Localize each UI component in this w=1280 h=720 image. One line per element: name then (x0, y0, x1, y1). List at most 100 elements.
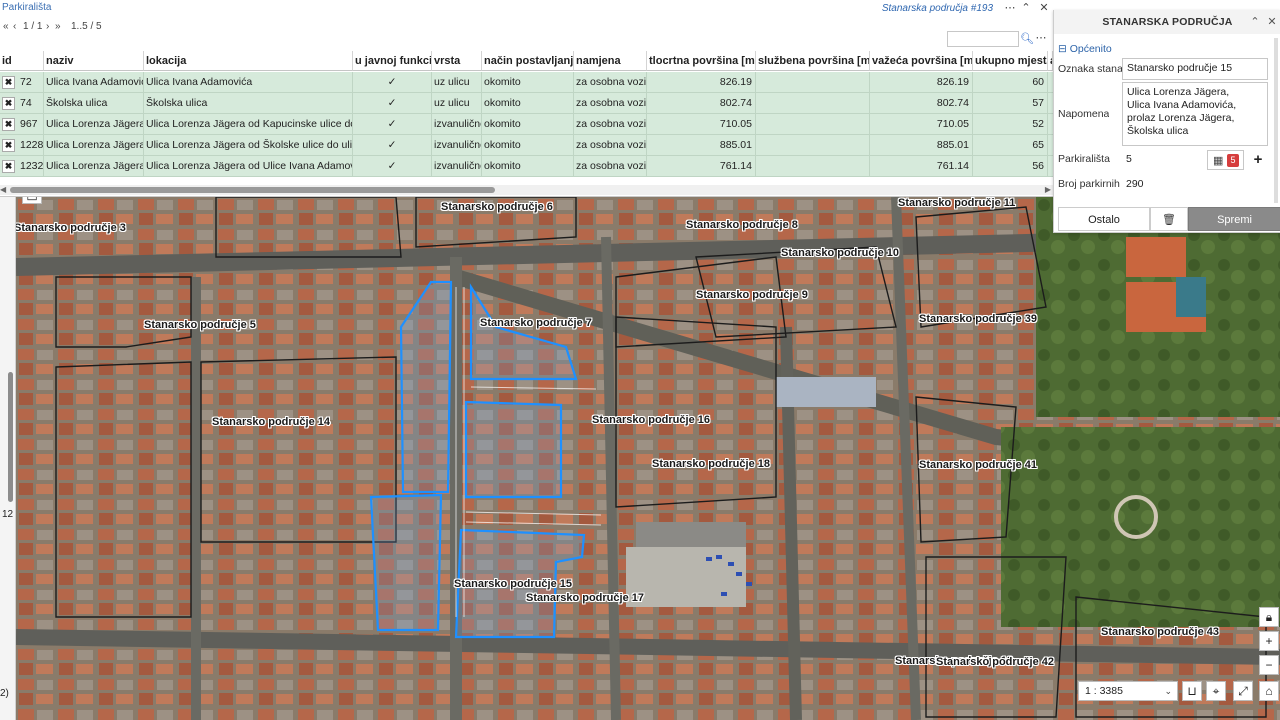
scale-select[interactable]: 1 : 3385 ⌄ (1078, 681, 1178, 701)
scale-value: 1 : 3385 (1085, 685, 1123, 697)
map-label-3[interactable]: Stanarsko područje 3 (16, 222, 126, 234)
col-header-mjesta[interactable]: ukupno mjesta (973, 51, 1048, 71)
table-icon: ▦ (1213, 155, 1224, 167)
cell-mjesta: 57 (973, 93, 1048, 113)
panel-scrollbar[interactable] (1274, 38, 1278, 203)
section-opcenito[interactable]: ⊟ Općenito (1058, 43, 1112, 55)
map-label-18[interactable]: Stanarsko područje 18 (652, 458, 770, 470)
cell-namjena: za osobna vozila (574, 114, 647, 134)
broj-value: 290 (1126, 178, 1144, 190)
col-header-javna[interactable]: u javnoj funkciji (353, 51, 432, 71)
cell-lokacija: Ulica Lorenza Jägera od Kapucinske ulice… (144, 114, 353, 134)
map-label-16[interactable]: Stanarsko područje 16 (592, 414, 710, 426)
cell-lokacija: Školska ulica (144, 93, 353, 113)
map-label-14[interactable]: Stanarsko područje 14 (212, 416, 330, 428)
delete-row-icon[interactable]: ✖ (2, 118, 15, 131)
cell-lokacija: Ulica Lorenza Jägera od Školske ulice do… (144, 135, 353, 155)
cell-mjesta: 60 (973, 72, 1048, 92)
ostalo-button[interactable]: Ostalo (1058, 207, 1150, 231)
map-label-8[interactable]: Stanarsko područje 8 (686, 219, 798, 231)
trash-icon[interactable]: 🗑︎ (1150, 207, 1188, 231)
col-header-vrsta[interactable]: vrsta (432, 51, 482, 71)
napomena-field[interactable]: Ulica Lorenza Jägera, Ulica Ivana Adamov… (1122, 82, 1268, 146)
col-header-tlocrtna[interactable]: tlocrtna površina [m... (647, 51, 756, 71)
first-page-button[interactable]: « (3, 21, 9, 32)
map-label-10[interactable]: Stanarsko područje 10 (781, 247, 899, 259)
cell-vazeca: 761.14 (870, 156, 973, 176)
horizontal-scrollbar[interactable]: ◀ ▶ (0, 185, 1053, 195)
table-row[interactable]: ✖ 1232 Ulica Lorenza Jägera 2 Ulica Lore… (0, 156, 1053, 177)
col-header-vazeca[interactable]: važeća površina [m²] (870, 51, 973, 71)
map-label-6[interactable]: Stanarsko područje 6 (441, 201, 553, 213)
oznaka-field[interactable]: Stanarsko područje 15 (1122, 58, 1268, 80)
cell-nacin: okomito (482, 93, 574, 113)
save-button[interactable]: Spremi (1188, 207, 1280, 231)
map-label-5[interactable]: Stanarsko područje 5 (144, 319, 256, 331)
map-label-39[interactable]: Stanarsko područje 39 (919, 313, 1037, 325)
table-row[interactable]: ✖ 72 Ulica Ivana Adamovića Ulica Ivana A… (0, 72, 1053, 93)
napomena-line: Školska ulica (1127, 125, 1189, 137)
col-header-nacin[interactable]: način postavljanja (482, 51, 574, 71)
scroll-right-icon[interactable]: ▶ (1045, 185, 1051, 194)
cell-tlocrtna: 802.74 (647, 93, 756, 113)
more-options-icon[interactable]: ⋯ (1003, 1, 1017, 15)
panel-subtitle[interactable]: Stanarska područja #193 (882, 3, 993, 14)
record-range: 1..5 / 5 (71, 21, 102, 32)
cell-lokacija: Ulica Lorenza Jägera od Ulice Ivana Adam… (144, 156, 353, 176)
map-label-42[interactable]: Stanarsko područje 42 (936, 656, 1054, 668)
scrollbar-thumb[interactable] (8, 372, 13, 502)
map-label-9[interactable]: Stanarsko područje 9 (696, 289, 808, 301)
open-parkiralista-table-button[interactable]: ▦ 5 (1207, 150, 1244, 170)
delete-row-icon[interactable]: ✖ (2, 160, 15, 173)
cell-sluzbena (756, 72, 870, 92)
delete-row-icon[interactable]: ✖ (2, 139, 15, 152)
col-header-naziv[interactable]: naziv (44, 51, 144, 71)
fullscreen-icon[interactable]: ⤢ (1233, 681, 1253, 701)
table-row[interactable]: ✖ 967 Ulica Lorenza Jägera 1 Ulica Loren… (0, 114, 1053, 135)
zoom-out-button[interactable]: − (1259, 655, 1279, 675)
delete-row-icon[interactable]: ✖ (2, 76, 15, 89)
col-header-lokacija[interactable]: lokacija (144, 51, 353, 71)
lock-icon[interactable]: 🔒︎ (1259, 607, 1279, 627)
delete-row-icon[interactable]: ✖ (2, 97, 15, 110)
collapse-icon[interactable]: ⌃ (1249, 15, 1261, 29)
col-header-namjena[interactable]: namjena (574, 51, 647, 71)
prev-page-button[interactable]: ‹ (13, 21, 16, 32)
cell-naziv: Ulica Lorenza Jägera 3 (44, 135, 144, 155)
napomena-line: Ulica Ivana Adamovića, (1127, 99, 1237, 111)
home-icon[interactable]: ⌂ (1259, 681, 1279, 701)
col-header-id[interactable]: id (0, 51, 44, 71)
collapse-icon[interactable]: ⌃ (1019, 1, 1033, 15)
map-label-11[interactable]: Stanarsko područje 11 (898, 197, 1015, 209)
map-label-41[interactable]: Stanarsko područje 41 (919, 459, 1037, 471)
close-icon[interactable]: ✕ (1266, 15, 1278, 29)
close-icon[interactable]: ✕ (1037, 1, 1051, 15)
left-sidebar-strip: 12 (0, 197, 16, 720)
cell-naziv: Ulica Ivana Adamovića (44, 72, 144, 92)
scroll-left-icon[interactable]: ◀ (0, 185, 6, 194)
cell-naziv: Ulica Lorenza Jägera 1 (44, 114, 144, 134)
table-row[interactable]: ✖ 1228 Ulica Lorenza Jägera 3 Ulica Lore… (0, 135, 1053, 156)
cell-tlocrtna: 826.19 (647, 72, 756, 92)
locate-icon[interactable]: ⌖ (1206, 681, 1226, 701)
map-label-43[interactable]: Stanarsko područje 43 (1101, 626, 1219, 638)
map-view[interactable]: Stanarsko područje 3 Stanarsko područje … (16, 197, 1280, 720)
search-input[interactable] (947, 31, 1019, 47)
scrollbar-thumb[interactable] (10, 187, 495, 193)
more-icon[interactable]: ⋯ (1034, 31, 1048, 47)
map-label-17[interactable]: Stanarsko područje 17 (526, 592, 644, 604)
add-parkiraliste-button[interactable]: + (1247, 150, 1269, 170)
map-label-15[interactable]: Stanarsko područje 15 (454, 578, 572, 590)
search-icon[interactable]: 🔍︎ (1020, 31, 1034, 47)
map-label-7[interactable]: Stanarsko područje 7 (480, 317, 592, 329)
cell-nacin: okomito (482, 72, 574, 92)
table-row[interactable]: ✖ 74 Školska ulica Školska ulica ✓ uz ul… (0, 93, 1053, 114)
last-page-button[interactable]: » (55, 21, 61, 32)
cell-vrsta: uz ulicu (432, 93, 482, 113)
unlock-icon[interactable]: ⊔ (1182, 681, 1202, 701)
next-page-button[interactable]: › (46, 21, 49, 32)
cell-lokacija: Ulica Ivana Adamovića (144, 72, 353, 92)
col-header-sluzbena[interactable]: službena površina [m... (756, 51, 870, 71)
zoom-in-button[interactable]: + (1259, 631, 1279, 651)
count-badge: 5 (1227, 154, 1239, 167)
